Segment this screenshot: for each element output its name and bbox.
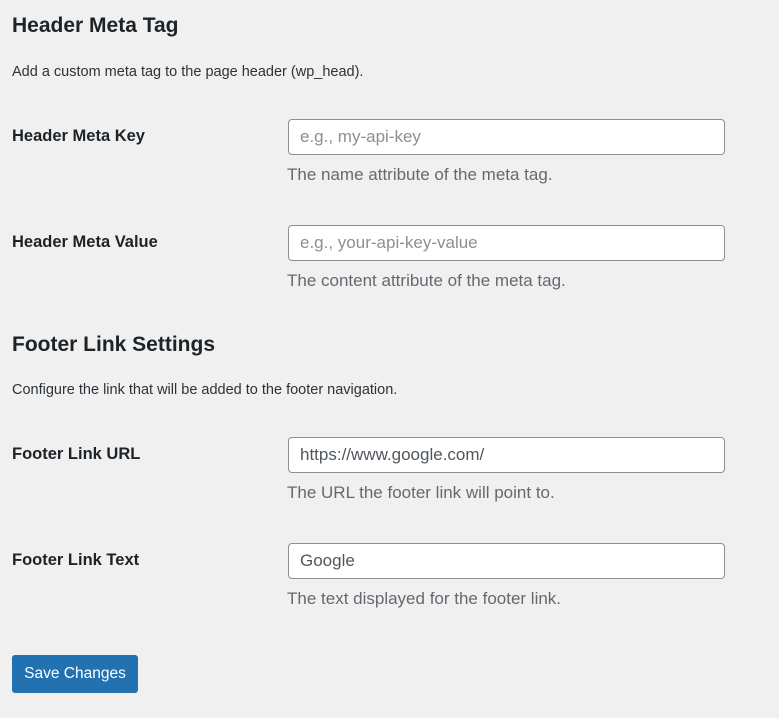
header-section-description: Add a custom meta tag to the page header…: [12, 64, 364, 80]
header-meta-key-input[interactable]: [288, 119, 725, 155]
footer-section-title: Footer Link Settings: [12, 333, 216, 356]
header-meta-value-input[interactable]: [288, 225, 725, 261]
footer-link-text-label: Footer Link Text: [12, 551, 140, 569]
header-section-title: Header Meta Tag: [12, 14, 179, 37]
footer-link-text-input[interactable]: [288, 543, 725, 579]
header-meta-key-label: Header Meta Key: [12, 127, 145, 145]
footer-link-url-label: Footer Link URL: [12, 445, 141, 463]
header-meta-value-label: Header Meta Value: [12, 233, 158, 251]
footer-link-url-help: The URL the footer link will point to.: [287, 483, 555, 502]
footer-section-description: Configure the link that will be added to…: [12, 382, 398, 398]
header-meta-value-help: The content attribute of the meta tag.: [287, 271, 566, 290]
footer-link-url-input[interactable]: [288, 437, 725, 473]
save-changes-button[interactable]: Save Changes: [12, 655, 138, 693]
header-meta-key-help: The name attribute of the meta tag.: [287, 165, 553, 184]
footer-link-text-help: The text displayed for the footer link.: [287, 589, 562, 608]
